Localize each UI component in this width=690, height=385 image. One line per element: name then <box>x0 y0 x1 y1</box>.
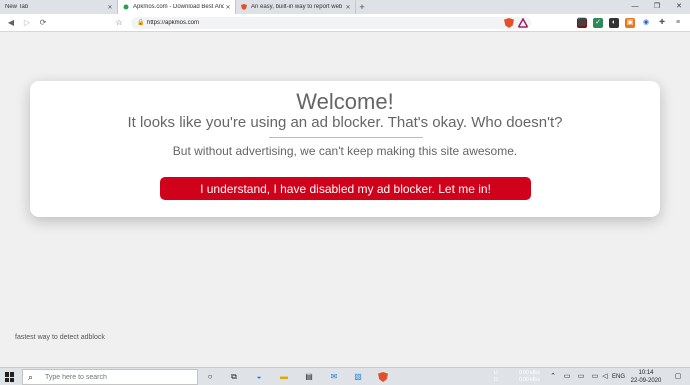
pdf-extension-icon[interactable]: ⬛ <box>577 18 587 28</box>
url-input[interactable] <box>147 17 487 29</box>
volume-icon[interactable]: ◁ <box>600 371 610 383</box>
battery-icon[interactable]: ▭ <box>576 371 586 383</box>
bookmark-icon[interactable]: ☆ <box>113 17 125 29</box>
reload-icon[interactable]: ⟳ <box>37 17 49 29</box>
brave-taskbar-icon[interactable] <box>377 371 389 383</box>
taskbar-clock[interactable]: 10:14 22-09-2020 <box>629 369 663 385</box>
lock-icon: 🔒 <box>137 20 145 26</box>
net-down-rate: 0.00 kB/s <box>519 377 540 383</box>
taskbar-search[interactable]: ⌕ <box>22 369 198 385</box>
tab-new-tab[interactable]: New Tab ✕ <box>0 0 118 14</box>
cortana-icon[interactable]: ○ <box>204 371 216 383</box>
mail-icon[interactable]: ✉ <box>328 371 340 383</box>
language-indicator[interactable]: ENG <box>612 371 625 383</box>
photos-icon[interactable]: ▧ <box>352 371 364 383</box>
edge-browser-icon[interactable]: ◒ <box>253 371 265 383</box>
clock-date: 22-09-2020 <box>630 378 662 384</box>
forward-icon[interactable]: ▷ <box>21 17 33 29</box>
windows-start-icon[interactable] <box>5 372 15 382</box>
clock-time: 10:14 <box>638 370 654 376</box>
new-tab-button[interactable]: + <box>356 0 368 14</box>
file-explorer-icon[interactable]: ▬ <box>278 371 290 383</box>
windows-taskbar: ⌕ ○ ⧉ ◒ ▬ ▤ ✉ ▧ U: D: 0.00 kB/s 0.00 kB/… <box>0 367 690 385</box>
dark-extension-icon[interactable]: ◐ <box>609 18 619 28</box>
menu-icon[interactable]: ≡ <box>673 18 683 28</box>
back-icon[interactable]: ◀ <box>5 17 17 29</box>
close-icon[interactable]: ✕ <box>106 4 114 11</box>
tab-report-web[interactable]: An easy, built-in way to report web ✕ <box>236 0 356 14</box>
close-window-icon[interactable]: ✕ <box>668 0 690 14</box>
maximize-icon[interactable]: ❐ <box>646 0 668 14</box>
brave-shields-icon[interactable] <box>504 18 514 28</box>
window-controls: — ❐ ✕ <box>624 0 690 14</box>
apkmos-favicon-icon <box>123 4 129 10</box>
minimize-icon[interactable]: — <box>624 0 646 14</box>
network-icon[interactable]: ▭ <box>590 371 600 383</box>
adblock-subtitle: It looks like you're using an ad blocker… <box>127 114 563 131</box>
grammar-extension-icon[interactable]: ✓ <box>593 18 603 28</box>
search-icon: ⌕ <box>28 372 34 382</box>
store-icon[interactable]: ▤ <box>303 371 315 383</box>
welcome-heading: Welcome! <box>296 89 394 114</box>
tab-strip: New Tab ✕ Apkmos.com - Download Best And… <box>0 0 690 14</box>
dictionary-extension-icon[interactable]: ▣ <box>625 18 635 28</box>
extensions-puzzle-icon[interactable]: ✚ <box>657 18 667 28</box>
notifications-icon[interactable]: ▢ <box>672 371 684 383</box>
tab-title: Apkmos.com - Download Best Andr <box>133 4 224 10</box>
browser-toolbar: ◀ ▷ ⟳ ☆ 🔒 ⬛ ✓ ◐ ▣ ◉ ✚ ≡ <box>0 14 690 32</box>
brave-rewards-icon[interactable] <box>518 18 528 28</box>
address-bar[interactable]: 🔒 <box>131 17 531 29</box>
net-down-label: D: <box>494 377 499 383</box>
adblock-notice-card: Welcome! It looks like you're using an a… <box>30 81 660 217</box>
advertising-message: But without advertising, we can't keep m… <box>172 144 518 158</box>
close-icon[interactable]: ✕ <box>224 4 232 11</box>
tab-title: New Tab <box>5 4 29 10</box>
brave-shield-icon <box>241 4 247 10</box>
tab-apkmos[interactable]: Apkmos.com - Download Best Andr ✕ <box>118 0 236 14</box>
tray-app-icon[interactable]: ▭ <box>562 371 572 383</box>
chevron-up-icon[interactable]: ⌃ <box>548 371 558 383</box>
taskbar-search-input[interactable] <box>45 370 195 385</box>
let-me-in-button[interactable]: I understand, I have disabled my ad bloc… <box>160 177 531 200</box>
footnote-text: fastest way to detect adblock <box>15 334 105 341</box>
close-icon[interactable]: ✕ <box>344 4 352 11</box>
tab-title: An easy, built-in way to report web <box>251 4 343 10</box>
ublock-extension-icon[interactable]: ◉ <box>641 18 651 28</box>
task-view-icon[interactable]: ⧉ <box>228 371 240 383</box>
divider <box>269 137 423 138</box>
